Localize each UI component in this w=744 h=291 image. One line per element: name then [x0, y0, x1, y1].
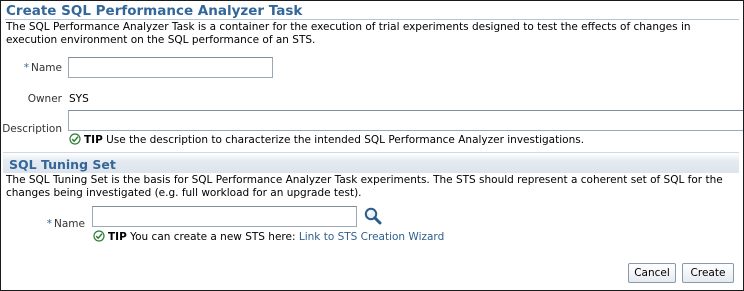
required-marker: *: [46, 218, 53, 230]
title-divider: [5, 19, 739, 20]
tip-label: TIP: [108, 231, 127, 243]
check-circle-icon: [93, 230, 105, 245]
required-marker: *: [23, 62, 30, 74]
sts-creation-wizard-link[interactable]: Link to STS Creation Wizard: [299, 231, 444, 243]
tip-text: You can create a new STS here:: [130, 231, 296, 243]
description-tip: TIP Use the description to characterize …: [69, 133, 584, 148]
page-title: Create SQL Performance Analyzer Task: [6, 3, 303, 19]
search-icon[interactable]: [363, 206, 383, 226]
cancel-button[interactable]: Cancel: [628, 263, 676, 283]
task-name-label: * Name: [24, 62, 62, 74]
owner-value: SYS: [69, 93, 89, 105]
dialog-frame: Create SQL Performance Analyzer Task The…: [0, 0, 744, 291]
tip-label: TIP: [84, 134, 103, 146]
sts-description-text: The SQL Tuning Set is the basis for SQL …: [6, 174, 723, 199]
sts-tip: TIP You can create a new STS here: Link …: [93, 230, 444, 245]
description-input[interactable]: [68, 110, 743, 131]
owner-label: Owner: [27, 93, 62, 105]
check-circle-icon: [69, 133, 81, 148]
sts-section-title: SQL Tuning Set: [9, 157, 116, 172]
sts-name-input[interactable]: [92, 206, 357, 227]
create-button[interactable]: Create: [682, 263, 734, 283]
task-description-text: The SQL Performance Analyzer Task is a c…: [6, 21, 691, 46]
sts-name-label-text: Name: [54, 218, 85, 230]
task-name-input[interactable]: [68, 57, 273, 78]
sts-name-label: * Name: [47, 218, 85, 230]
tip-text: Use the description to characterize the …: [106, 134, 585, 146]
task-name-label-text: Name: [31, 62, 62, 74]
description-label: Description: [2, 123, 62, 135]
